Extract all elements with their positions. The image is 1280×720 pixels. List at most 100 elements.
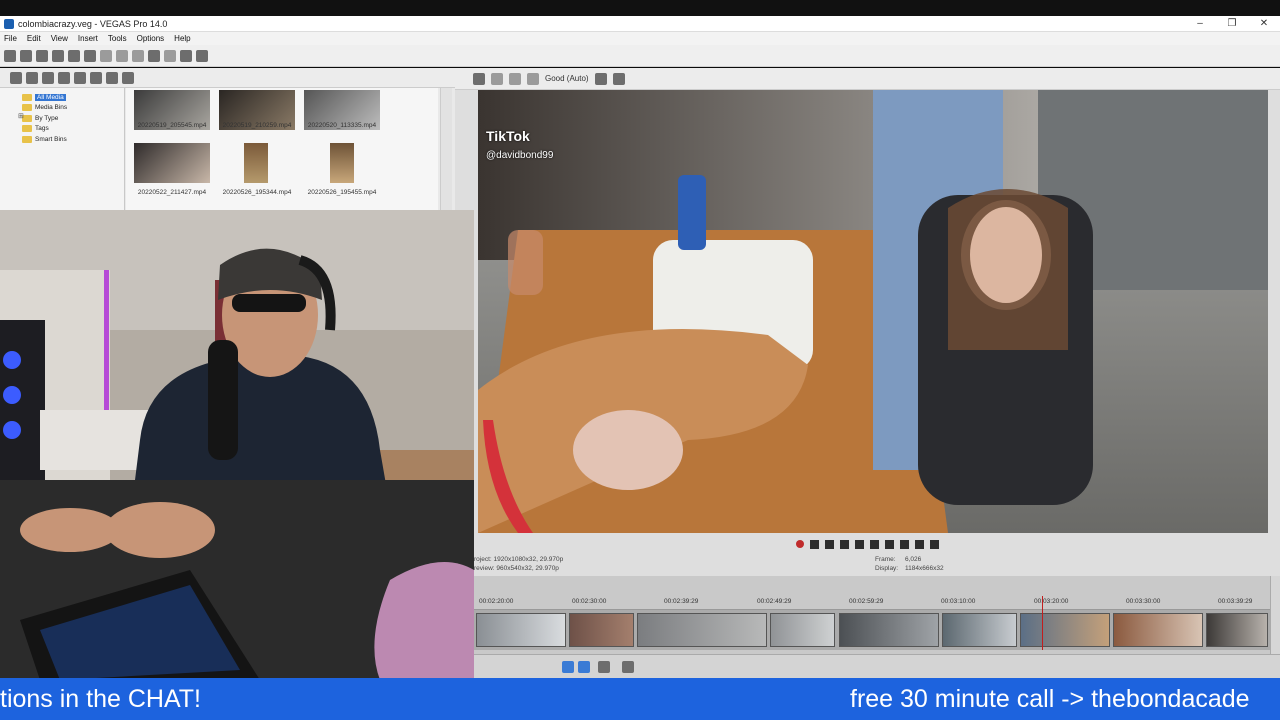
capture-icon[interactable] <box>26 71 38 84</box>
media-thumbnail[interactable] <box>134 143 210 183</box>
timeline-clip[interactable] <box>942 613 1017 647</box>
tool-icon[interactable] <box>180 49 192 62</box>
go-to-end-icon[interactable] <box>900 539 909 549</box>
timeline-clip[interactable] <box>1020 613 1110 647</box>
menu-view[interactable]: View <box>51 34 68 43</box>
tree-item-smart-bins[interactable]: Smart Bins <box>22 134 124 145</box>
media-file-name[interactable]: 20220522_211427.mp4 <box>129 189 215 196</box>
bins-tree: ⊞ All Media Media Bins By Type Tags Smar… <box>0 88 125 210</box>
tree-item-media-bins[interactable]: Media Bins <box>22 103 124 114</box>
help-icon[interactable] <box>196 49 208 62</box>
preview-info: roject: 1920x1080x32, 29.970p review: 96… <box>455 555 1280 576</box>
timeline-clip[interactable] <box>770 613 835 647</box>
timeline-clip[interactable] <box>1113 613 1203 647</box>
tree-item-by-type[interactable]: By Type <box>22 113 124 124</box>
media-file-name[interactable]: 20220520_113335.mp4 <box>299 122 385 129</box>
next-frame-icon[interactable] <box>930 539 939 549</box>
fx-icon[interactable] <box>509 72 521 85</box>
search-icon[interactable] <box>122 71 134 84</box>
vegas-app-icon <box>4 18 14 29</box>
expand-icon[interactable]: ⊞ <box>18 112 24 120</box>
play-from-start-icon[interactable] <box>825 539 834 549</box>
timeline-vscroll[interactable] <box>1270 576 1280 654</box>
snapshot-icon[interactable] <box>612 72 625 85</box>
close-button[interactable]: ✕ <box>1248 18 1280 29</box>
prev-frame-icon[interactable] <box>915 539 924 549</box>
cut-icon[interactable] <box>100 49 112 62</box>
open-icon[interactable] <box>20 49 32 62</box>
paste-icon[interactable] <box>132 49 144 62</box>
folder-icon <box>22 125 32 133</box>
timeline-clip[interactable] <box>1206 613 1268 647</box>
envelope-tool-icon[interactable] <box>578 661 590 673</box>
maximize-button[interactable]: ❐ <box>1216 18 1248 29</box>
preview-quality-select[interactable]: Good (Auto) <box>545 74 589 83</box>
stream-ticker: tions in the CHAT! free 30 minute call -… <box>0 678 1280 720</box>
copy-icon[interactable] <box>116 49 128 62</box>
tree-item-all-media[interactable]: All Media <box>22 92 124 103</box>
minimize-button[interactable]: – <box>1184 18 1216 29</box>
loop-icon[interactable] <box>810 539 819 549</box>
timeline-clip[interactable] <box>476 613 566 647</box>
selection-tool-icon[interactable] <box>598 661 610 673</box>
go-to-start-icon[interactable] <box>885 539 894 549</box>
playhead[interactable] <box>1042 596 1043 650</box>
folder-icon <box>22 135 32 143</box>
media-file-name[interactable]: 20220526_195455.mp4 <box>299 189 385 196</box>
media-thumbnail[interactable] <box>330 143 354 183</box>
video-image <box>478 90 1268 533</box>
video-preview-panel: Good (Auto) TikTok @davidbond99 roject: … <box>455 68 1280 576</box>
ruler-tick-label: 00:03:20:00 <box>1034 598 1069 605</box>
save-as-icon[interactable] <box>52 49 64 62</box>
pause-icon[interactable] <box>855 539 864 549</box>
time-ruler[interactable]: 00:02:20:00 00:02:30:00 00:02:39:29 00:0… <box>474 598 1270 610</box>
split-screen-icon[interactable] <box>527 72 539 85</box>
menu-edit[interactable]: Edit <box>27 34 41 43</box>
save-icon[interactable] <box>36 49 48 62</box>
menu-bar: File Edit View Insert Tools Options Help <box>0 32 1280 45</box>
media-grid: 20220519_205545.mp4 20220519_210259.mp4 … <box>126 88 438 210</box>
stop-icon[interactable] <box>870 539 879 549</box>
menu-options[interactable]: Options <box>137 34 165 43</box>
project-media-panel: ⊞ All Media Media Bins By Type Tags Smar… <box>0 68 455 210</box>
stop-icon[interactable] <box>90 71 102 84</box>
media-file-name[interactable]: 20220519_205545.mp4 <box>129 122 215 129</box>
record-icon[interactable] <box>796 540 804 548</box>
play-icon[interactable] <box>74 71 86 84</box>
overlays-icon[interactable] <box>594 72 607 85</box>
media-file-name[interactable]: 20220519_210259.mp4 <box>214 122 300 129</box>
timeline-clip[interactable] <box>637 613 767 647</box>
render-icon[interactable] <box>68 49 80 62</box>
ruler-tick-label: 00:03:39:29 <box>1218 598 1253 605</box>
zoom-tool-icon[interactable] <box>622 661 634 673</box>
timeline-clip[interactable] <box>839 613 939 647</box>
timeline-toolbar <box>474 654 1280 678</box>
normal-edit-tool-icon[interactable] <box>562 661 574 673</box>
desktop-strip <box>0 0 1280 16</box>
external-monitor-icon[interactable] <box>491 72 503 85</box>
media-fx-icon[interactable] <box>42 71 54 84</box>
preview-toolbar: Good (Auto) <box>455 68 1280 90</box>
transport-controls <box>455 533 1280 555</box>
title-bar: colombiacrazy.veg - VEGAS Pro 14.0 – ❐ ✕ <box>0 16 1280 32</box>
menu-help[interactable]: Help <box>174 34 190 43</box>
tree-item-tags[interactable]: Tags <box>22 124 124 135</box>
properties-icon[interactable] <box>84 49 96 62</box>
new-project-icon[interactable] <box>4 49 16 62</box>
settings-icon[interactable] <box>473 72 485 85</box>
play-icon[interactable] <box>840 539 849 549</box>
media-scrollbar[interactable] <box>440 88 452 210</box>
menu-file[interactable]: File <box>4 34 17 43</box>
ruler-tick-label: 00:03:10:00 <box>941 598 976 605</box>
video-track <box>474 596 1270 650</box>
timeline-clip[interactable] <box>569 613 634 647</box>
views-icon[interactable] <box>106 71 118 84</box>
menu-tools[interactable]: Tools <box>108 34 127 43</box>
redo-icon[interactable] <box>164 49 176 62</box>
undo-icon[interactable] <box>148 49 160 62</box>
media-thumbnail[interactable] <box>244 143 268 183</box>
remove-icon[interactable] <box>58 71 70 84</box>
media-file-name[interactable]: 20220526_195344.mp4 <box>214 189 300 196</box>
menu-insert[interactable]: Insert <box>78 34 98 43</box>
import-media-icon[interactable] <box>10 71 22 84</box>
